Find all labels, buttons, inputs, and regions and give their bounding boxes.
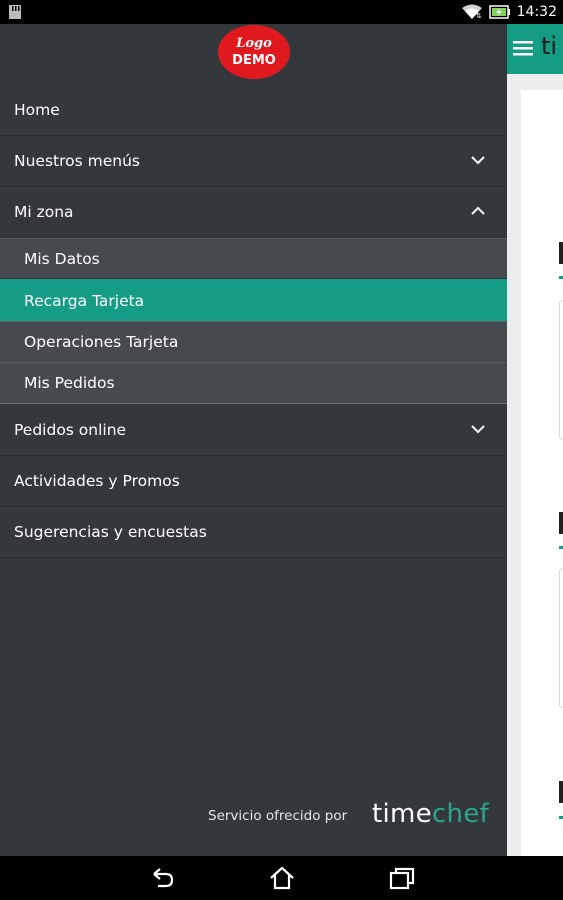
section-underline <box>559 816 563 819</box>
menu-item-label: Home <box>14 101 60 119</box>
menu-item-label: Sugerencias y encuestas <box>14 523 207 541</box>
logo-demo[interactable]: Logo DEMO <box>218 25 290 79</box>
screen: ⇅ 14:32 ti Logo DEMO Home Nuestros menús… <box>0 0 563 900</box>
back-icon[interactable] <box>148 864 176 892</box>
service-text: Servicio ofrecido por <box>208 808 348 824</box>
app-background: ti <box>507 24 563 856</box>
sub-item-label: Mis Datos <box>24 249 100 268</box>
section-underline <box>559 546 563 549</box>
sub-item-label: Recarga Tarjeta <box>24 291 145 310</box>
system-nav-bar <box>0 856 563 900</box>
section-heading <box>559 512 563 534</box>
divider <box>0 403 507 404</box>
chevron-down-icon[interactable] <box>471 424 485 434</box>
recents-icon[interactable] <box>388 864 416 892</box>
section-underline <box>559 276 563 279</box>
menu-item-label: Mi zona <box>14 203 74 221</box>
sd-card-icon <box>9 5 21 19</box>
content-box[interactable] <box>559 300 563 440</box>
menu-item-sugerencias-encuestas[interactable]: Sugerencias y encuestas <box>0 507 507 558</box>
brand-part-time: time <box>372 799 432 829</box>
chevron-down-icon[interactable] <box>471 155 485 165</box>
content-box[interactable] <box>559 568 563 708</box>
brand-part-chef: chef <box>431 799 490 829</box>
app-title: ti <box>541 32 558 60</box>
sub-item-label: Mis Pedidos <box>24 374 115 392</box>
battery-charging-icon <box>488 5 510 19</box>
status-icons: ⇅ 14:32 <box>461 0 557 24</box>
menu-item-label: Pedidos online <box>14 421 127 439</box>
sub-item-mis-pedidos[interactable]: Mis Pedidos <box>0 362 507 403</box>
app-content-card <box>521 90 563 856</box>
sub-item-label: Operaciones Tarjeta <box>24 333 179 351</box>
sub-item-recarga-tarjeta[interactable]: Recarga Tarjeta <box>0 279 507 321</box>
section-heading <box>559 242 563 264</box>
sub-item-mis-datos[interactable]: Mis Datos <box>0 238 507 278</box>
home-icon[interactable] <box>268 864 296 892</box>
chevron-up-icon[interactable] <box>471 206 485 216</box>
hamburger-menu-icon[interactable] <box>513 40 533 56</box>
section-heading <box>559 781 563 803</box>
status-time: 14:32 <box>516 4 557 20</box>
menu-item-home[interactable]: Home <box>0 85 507 136</box>
menu-item-mi-zona[interactable]: Mi zona <box>0 187 507 238</box>
sub-item-operaciones-tarjeta[interactable]: Operaciones Tarjeta <box>0 321 507 362</box>
status-bar: ⇅ 14:32 <box>0 0 563 24</box>
navigation-drawer: Logo DEMO Home Nuestros menús Mi zona Mi… <box>0 24 507 856</box>
svg-text:⇅: ⇅ <box>476 12 482 20</box>
logo-text-line1: Logo <box>235 36 272 51</box>
menu-item-label: Actividades y Promos <box>14 472 180 490</box>
menu-item-pedidos-online[interactable]: Pedidos online <box>0 405 507 456</box>
menu-item-label: Nuestros menús <box>14 152 140 170</box>
menu-item-nuestros-menus[interactable]: Nuestros menús <box>0 136 507 187</box>
app-toolbar: ti <box>507 24 563 74</box>
timechef-logo: timechef <box>372 799 489 829</box>
logo-text-line2: DEMO <box>232 53 276 68</box>
menu-item-actividades-promos[interactable]: Actividades y Promos <box>0 456 507 507</box>
wifi-icon: ⇅ <box>461 4 482 20</box>
